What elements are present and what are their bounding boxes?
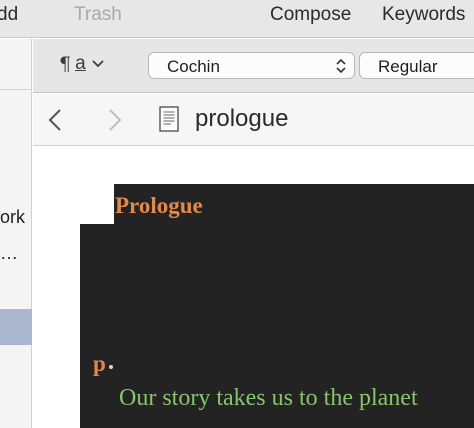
body-text: Our story takes us to the planet [119,385,418,411]
paragraph-marker: p [93,351,106,376]
font-family-value: Cochin [167,57,220,76]
sidebar-item-label[interactable]: … [0,243,18,264]
back-arrow-icon[interactable] [47,108,63,132]
app-window: dd Trash Compose Keywords ork … ¶ a Coch… [0,0,474,428]
font-style-select[interactable]: Regular [359,52,474,79]
document-title: prologue [195,105,289,132]
sidebar-item-label[interactable]: ork [0,207,25,228]
binder-sidebar: ork … [0,39,32,428]
keywords-button[interactable]: Keywords [382,4,465,26]
sidebar-divider [0,89,32,90]
document-heading: Prologue [115,193,203,218]
pilcrow-icon: ¶ [59,53,72,75]
document-icon [159,106,179,132]
up-down-chevron-icon [336,58,346,74]
paragraph-dot [109,365,113,369]
sidebar-selected-item[interactable] [0,309,32,345]
font-family-select[interactable]: Cochin [148,52,355,79]
trash-button[interactable]: Trash [74,4,122,26]
editor-header: prologue [33,94,474,146]
paragraph-style-letter: a [75,53,86,74]
font-style-value: Regular [378,57,438,76]
compose-button[interactable]: Compose [270,4,351,26]
main-toolbar: dd Trash Compose Keywords [0,0,474,38]
forward-arrow-icon[interactable] [107,108,123,132]
paragraph-style-button[interactable]: ¶ a [59,53,104,75]
chevron-down-icon [92,60,104,68]
text-editor[interactable]: Prologue p Our story takes us to the pla… [33,147,474,428]
add-button[interactable]: dd [0,4,18,26]
format-bar: ¶ a Cochin Regular [33,39,474,93]
